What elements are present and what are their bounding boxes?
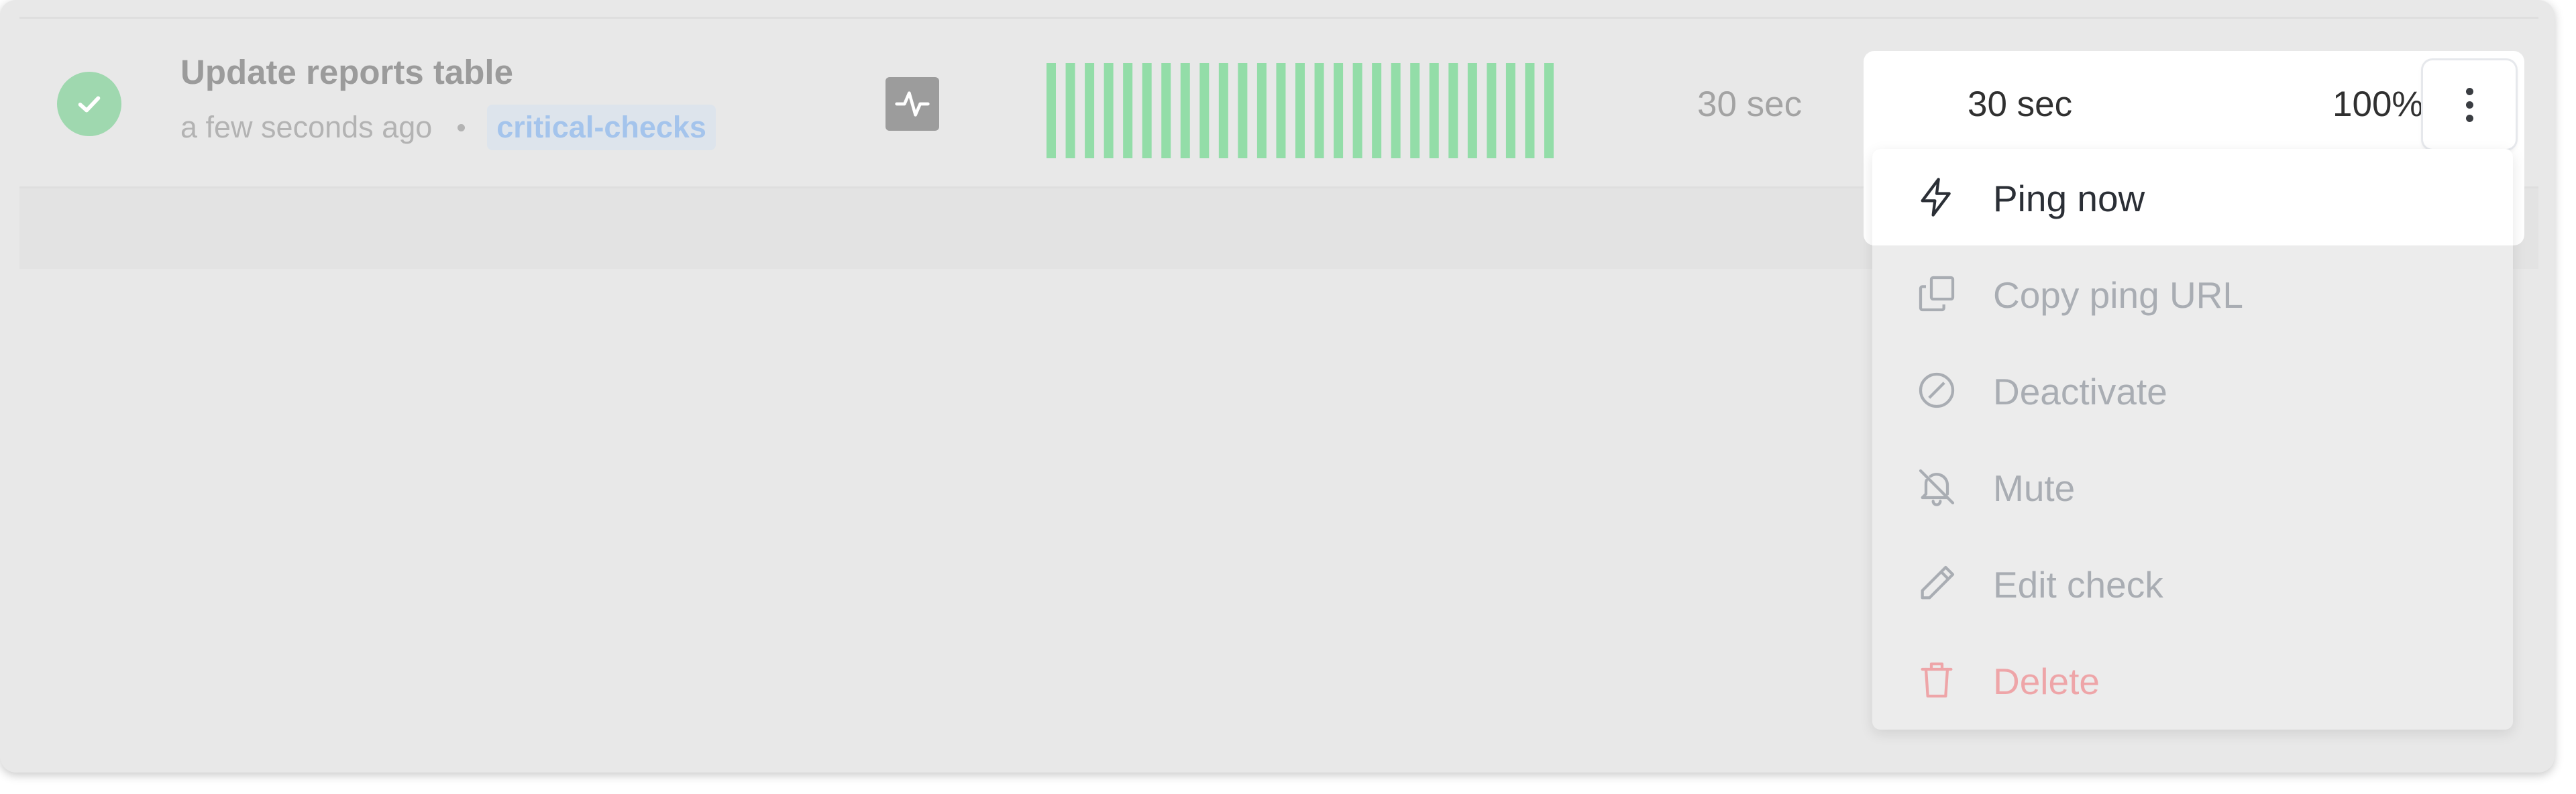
- sparkline-bar: [1142, 63, 1152, 158]
- sparkline-bar: [1467, 63, 1477, 158]
- ping-sparkline: [1046, 63, 1554, 158]
- menu-item-label: Copy ping URL: [1993, 274, 2243, 316]
- sparkline-bar: [1391, 63, 1401, 158]
- grace-value: 30 sec: [1968, 84, 2073, 124]
- menu-item-edit-check[interactable]: Edit check: [1872, 535, 2513, 632]
- menu-item-mute[interactable]: Mute: [1872, 439, 2513, 535]
- sparkline-bar: [1352, 63, 1362, 158]
- sparkline-bar: [1218, 63, 1228, 158]
- menu-item-copy-ping-url[interactable]: Copy ping URL: [1872, 245, 2513, 342]
- period-value: 30 sec: [1697, 84, 1803, 124]
- sparkline-bar: [1065, 63, 1075, 158]
- kebab-dot: [2465, 87, 2473, 95]
- bolt-icon: [1913, 173, 1961, 221]
- menu-item-deactivate[interactable]: Deactivate: [1872, 342, 2513, 439]
- menu-item-ping-now[interactable]: Ping now: [1872, 149, 2513, 245]
- sparkline-bar: [1525, 63, 1535, 158]
- sparkline-bar: [1410, 63, 1420, 158]
- sparkline-bar: [1104, 63, 1114, 158]
- sparkline-bar: [1314, 63, 1324, 158]
- uptime-percent: 100%: [2332, 84, 2424, 124]
- kebab-dot: [2465, 101, 2473, 109]
- sparkline-bar: [1372, 63, 1382, 158]
- separator-dot: [458, 123, 466, 131]
- sparkline-bar: [1123, 63, 1133, 158]
- trash-icon: [1913, 656, 1961, 704]
- sparkline-bar: [1085, 63, 1095, 158]
- menu-item-delete[interactable]: Delete: [1872, 632, 2513, 728]
- check-actions-menu: Ping now Copy ping URL Deactivate Mute E…: [1872, 149, 2513, 730]
- sparkline-bar: [1199, 63, 1210, 158]
- copy-icon: [1913, 270, 1961, 318]
- menu-item-label: Delete: [1993, 661, 2100, 702]
- last-ping-time: a few seconds ago: [180, 110, 433, 144]
- menu-item-label: Ping now: [1993, 178, 2145, 219]
- sparkline-bar: [1276, 63, 1286, 158]
- sparkline-bar: [1544, 63, 1554, 158]
- check-meta: a few seconds ago critical-checks: [180, 104, 716, 151]
- tag-badge[interactable]: critical-checks: [487, 105, 716, 150]
- menu-item-label: Edit check: [1993, 564, 2163, 606]
- sparkline-bar: [1256, 63, 1267, 158]
- pulse-icon[interactable]: [885, 77, 939, 131]
- more-options-button[interactable]: [2423, 60, 2516, 149]
- check-name[interactable]: Update reports table: [180, 52, 513, 92]
- sparkline-bar: [1180, 63, 1190, 158]
- sparkline-bar: [1334, 63, 1344, 158]
- checks-card: Update reports table a few seconds ago c…: [0, 0, 2555, 773]
- menu-item-label: Mute: [1993, 467, 2076, 509]
- status-check-icon: [57, 72, 121, 136]
- sparkline-bar: [1046, 63, 1056, 158]
- bell-off-icon: [1913, 463, 1961, 511]
- menu-item-label: Deactivate: [1993, 371, 2167, 412]
- ban-icon: [1913, 366, 1961, 414]
- kebab-dot: [2465, 114, 2473, 122]
- sparkline-bar: [1487, 63, 1497, 158]
- sparkline-bar: [1429, 63, 1439, 158]
- sparkline-bar: [1238, 63, 1248, 158]
- pencil-icon: [1913, 559, 1961, 608]
- sparkline-bar: [1161, 63, 1171, 158]
- sparkline-bar: [1505, 63, 1515, 158]
- divider: [19, 17, 2538, 19]
- sparkline-bar: [1448, 63, 1458, 158]
- sparkline-bar: [1295, 63, 1305, 158]
